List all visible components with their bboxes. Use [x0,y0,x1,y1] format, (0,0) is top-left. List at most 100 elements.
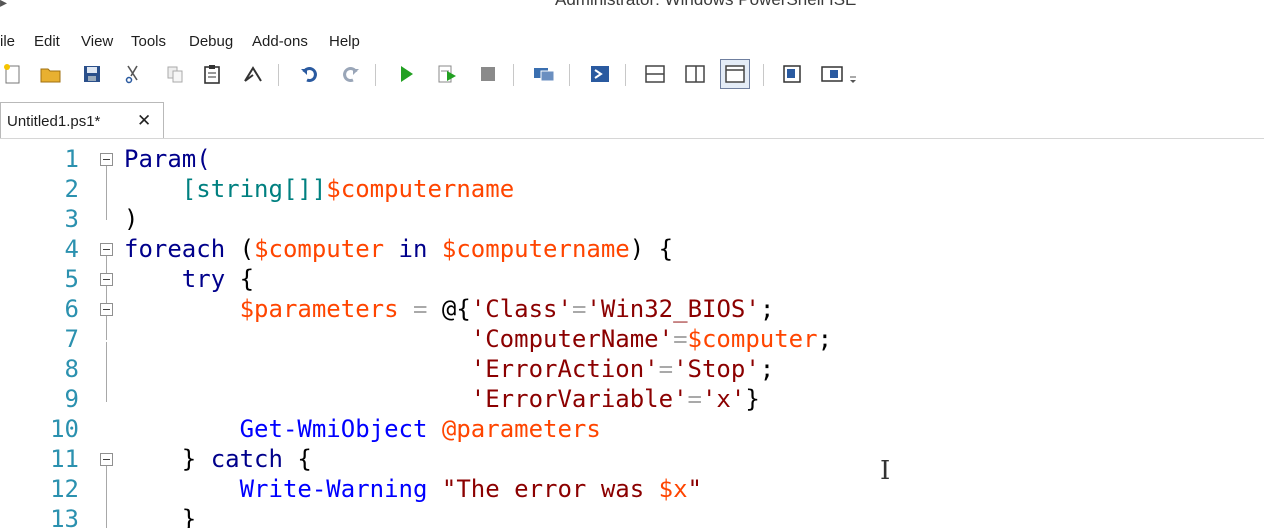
code-token: "The error was [441,475,659,503]
code-line[interactable]: 2 [string[]]$computername [0,174,1264,204]
code-text: Param( [124,144,211,174]
code-token: $computer [254,235,385,263]
collapse-region-icon[interactable] [100,453,113,466]
code-token: { [225,265,255,293]
line-number: 12 [50,475,79,503]
redo-icon[interactable] [337,61,363,87]
code-line[interactable]: 9 'ErrorVariable'='x'} [0,384,1264,414]
code-text: } catch { [124,444,312,474]
code-line[interactable]: 10 Get-WmiObject @parameters [0,414,1264,444]
code-line[interactable]: 6 $parameters = @{'Class'='Win32_BIOS'; [0,294,1264,324]
collapse-region-icon[interactable] [100,243,113,256]
system-menu-icon[interactable]: ▸ [0,0,7,11]
code-text: 'ErrorVariable'='x'} [124,384,760,414]
toolbar-separator [569,64,570,86]
code-line[interactable]: 13 } [0,504,1264,528]
code-line[interactable]: 8 'ErrorAction'='Stop'; [0,354,1264,384]
copy-icon[interactable] [162,61,188,87]
code-line[interactable]: 12 Write-Warning "The error was $x" [0,474,1264,504]
menu-tools[interactable]: Tools [131,33,166,50]
code-token: { [282,445,312,473]
code-token: ) { [629,235,674,263]
code-token: ( [225,235,255,263]
collapse-region-icon[interactable] [100,273,113,286]
code-token: catch [210,445,283,473]
tab-untitled1[interactable]: Untitled1.ps1* ✕ [0,102,164,138]
powershell-icon[interactable] [587,61,613,87]
menu-bar: ile Edit View Tools Debug Add-ons Help [0,30,1264,54]
show-command-window-icon[interactable] [779,61,805,87]
menu-debug[interactable]: Debug [189,33,233,50]
run-selection-icon[interactable] [434,61,460,87]
collapse-region-icon[interactable] [100,303,113,316]
stop-icon[interactable] [475,61,501,87]
line-number: 3 [64,205,79,233]
code-token: 'Win32_BIOS' [586,295,760,323]
line-number: 7 [64,325,79,353]
code-token: ; [759,355,775,383]
new-icon[interactable] [0,61,26,87]
code-text: [string[]]$computername [124,174,514,204]
toolbar-separator [513,64,514,86]
code-token: in [384,235,442,263]
script-editor[interactable]: 1 Param(2 [string[]]$computername 3) 4 forea… [0,140,1264,528]
menu-file[interactable]: ile [0,33,15,50]
code-token: 'ErrorVariable' [470,385,688,413]
code-line[interactable]: 4 foreach ($computer in $computername) { [0,234,1264,264]
save-icon[interactable] [79,61,105,87]
line-number: 10 [50,415,79,443]
code-token: try [124,265,226,293]
toolbar [0,56,1264,94]
code-token: @parameters [441,415,601,443]
code-token: = [398,295,442,323]
menu-help[interactable]: Help [329,33,360,50]
text-cursor-icon: I [880,456,891,486]
toolbar-separator [278,64,279,86]
code-token: 'Class' [470,295,572,323]
open-icon[interactable] [38,61,64,87]
clear-console-icon[interactable] [240,61,266,87]
menu-addons[interactable]: Add-ons [252,33,308,50]
toolbar-overflow-icon[interactable] [846,61,860,87]
cut-icon[interactable] [120,61,146,87]
code-line[interactable]: 3) [0,204,1264,234]
code-token: = [571,295,587,323]
code-text: ) [124,204,138,234]
code-line[interactable]: 5 try { [0,264,1264,294]
code-token: } [745,385,760,413]
code-token: 'x' [701,385,746,413]
remote-powershell-icon[interactable] [531,61,557,87]
code-line[interactable]: 7 'ComputerName'=$computer; [0,324,1264,354]
code-token: Param( [124,145,211,173]
line-number: 5 [64,265,79,293]
paste-icon[interactable] [199,61,225,87]
menu-view[interactable]: View [81,33,113,50]
collapse-region-icon[interactable] [100,153,113,166]
code-token: Write-Warning [239,475,428,503]
menu-edit[interactable]: Edit [34,33,60,50]
script-pane-right-icon[interactable] [682,61,708,87]
code-token: ) [124,205,139,233]
code-token: 'ComputerName' [470,325,674,353]
code-token: $computername [326,175,515,203]
script-pane-maximized-icon[interactable] [720,59,750,89]
code-token: } [124,505,197,528]
code-text: 'ComputerName'=$computer; [124,324,832,354]
code-token: " [687,475,702,503]
show-command-addon-icon[interactable] [819,61,845,87]
tab-label: Untitled1.ps1* [7,113,101,130]
undo-icon[interactable] [297,61,323,87]
code-line[interactable]: 11 } catch { [0,444,1264,474]
close-icon[interactable]: ✕ [137,111,151,131]
code-token: = [673,325,688,353]
script-pane-top-icon[interactable] [642,61,668,87]
code-token: = [687,385,702,413]
code-line[interactable]: 1 Param( [0,144,1264,174]
run-icon[interactable] [393,61,419,87]
